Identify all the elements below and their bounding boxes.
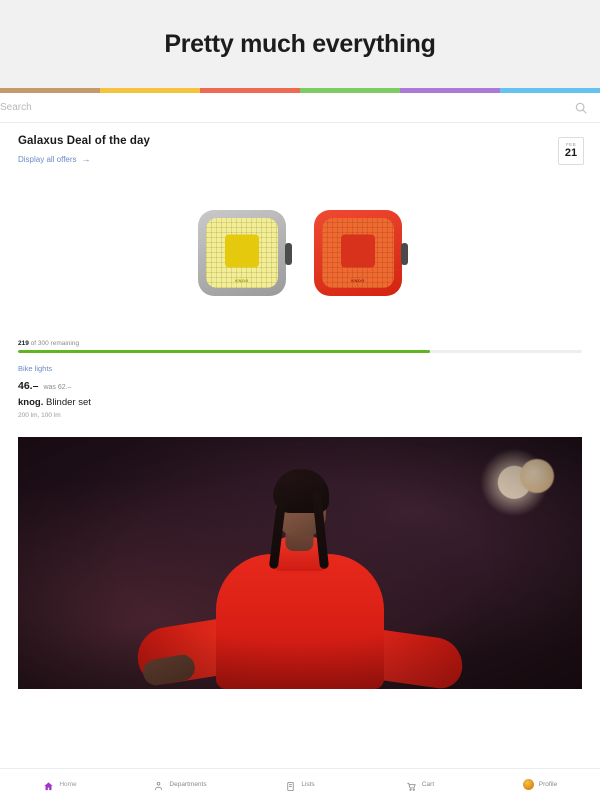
home-icon [43,779,54,791]
nav-label-lists: Lists [301,781,315,788]
departments-icon [153,779,164,791]
rear-light-led-core [341,234,375,268]
nav-label-home: Home [59,781,77,788]
lists-icon [285,779,296,792]
display-all-offers-label: Display all offers [18,155,77,164]
front-bike-light-image: KNOG [198,209,292,296]
nav-item-lists[interactable]: Lists [240,769,360,800]
search-icon[interactable] [574,101,588,115]
deal-product-image[interactable]: KNOG KNOG [0,165,600,340]
nav-label-cart: Cart [421,781,435,788]
nav-item-departments[interactable]: Departments [120,769,240,800]
date-badge: FEB 21 [558,137,584,165]
search-bar[interactable] [0,93,600,123]
stock-remaining-count: 219 [18,340,29,347]
main-content: Galaxus Deal of the day Display all offe… [0,123,600,768]
bottom-navigation: Home Departments Lists Cart Profile [0,768,600,800]
nav-item-profile[interactable]: Profile [480,769,600,800]
deal-header: Galaxus Deal of the day Display all offe… [0,123,600,165]
arrow-right-icon: → [81,154,91,164]
app-screen: Pretty much everything Galaxus Deal of t… [0,0,600,800]
nav-label-departments: Departments [169,781,207,788]
hero-banner-wrap [0,419,600,689]
date-badge-day: 21 [564,147,578,160]
front-light-brand-mark: KNOG [235,277,249,283]
cart-icon [406,779,417,791]
stock-remaining-label: of 300 remaining [30,340,80,347]
front-light-clip [285,242,292,265]
nav-item-home[interactable]: Home [0,769,120,800]
front-light-led-core [225,234,259,268]
price-row: 46.– was 62.– [18,380,582,392]
search-input[interactable] [0,102,574,113]
previous-price: was 62.– [43,384,72,391]
product-name-row[interactable]: knog. Blinder set [18,397,582,408]
stock-progress-bar [18,350,582,353]
deal-header-text: Galaxus Deal of the day Display all offe… [18,135,150,164]
rear-light-clip [401,242,408,265]
hero-vignette [18,437,582,689]
hero-banner-image[interactable] [18,437,582,689]
app-header: Pretty much everything [0,0,600,88]
rear-bike-light-image: KNOG [314,209,408,296]
deal-footer: 219 of 300 remaining Bike lights 46.– wa… [0,340,600,419]
stock-progress-fill [18,350,430,353]
product-brand: knog. [18,397,44,408]
deal-heading: Galaxus Deal of the day [18,135,151,147]
display-all-offers-link[interactable]: Display all offers → [18,154,150,165]
nav-item-cart[interactable]: Cart [360,769,480,800]
profile-avatar-icon [522,779,534,790]
current-price: 46.– [18,380,39,392]
category-link[interactable]: Bike lights [18,364,582,373]
nav-label-profile: Profile [538,781,558,788]
page-title: Pretty much everything [164,29,436,58]
rear-light-brand-mark: KNOG [351,277,365,283]
stock-remaining-text: 219 of 300 remaining [18,340,582,347]
product-spec: 200 lm, 100 lm [18,412,61,419]
product-title: Blinder set [45,397,91,408]
